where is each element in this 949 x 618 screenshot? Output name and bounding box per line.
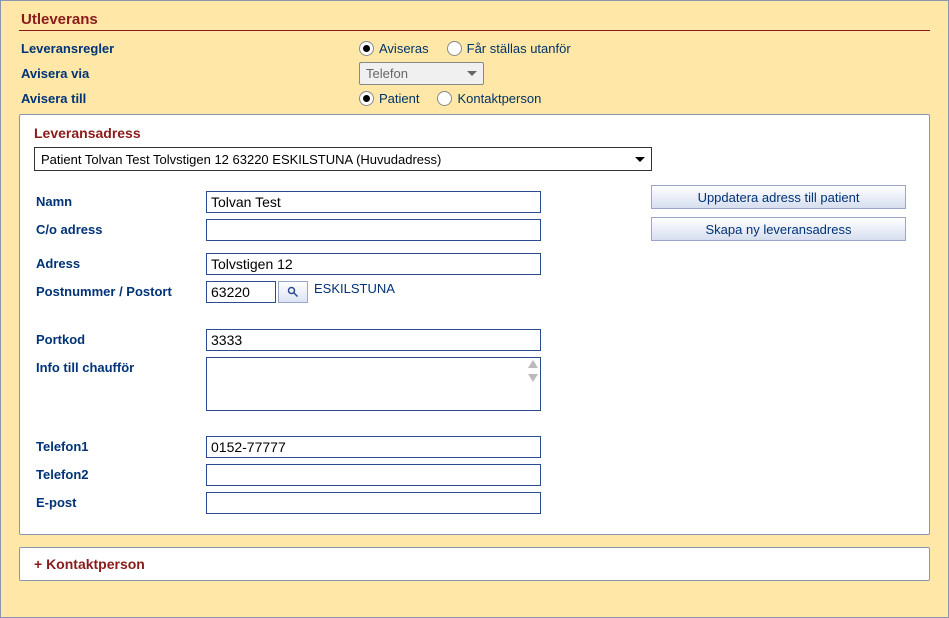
label-postnummer-postort: Postnummer / Postort	[34, 281, 206, 299]
form-row-postnummer: Postnummer / Postort ESKILSTUNA	[34, 281, 915, 303]
kontaktperson-panel[interactable]: + Kontaktperson	[19, 547, 930, 581]
select-avisera-via-value: Telefon	[366, 66, 408, 81]
label-epost: E-post	[34, 492, 206, 510]
uppdatera-adress-button[interactable]: Uppdatera adress till patient	[651, 185, 906, 209]
radio-label-patient: Patient	[379, 91, 419, 106]
textarea-info-chauffor[interactable]	[206, 357, 541, 411]
address-select-value: Patient Tolvan Test Tolvstigen 12 63220 …	[41, 152, 441, 167]
radio-dot-icon	[447, 41, 462, 56]
row-avisera-via: Avisera via Telefon	[19, 62, 930, 85]
kontaktperson-toggle: + Kontaktperson	[34, 556, 145, 572]
postort-value: ESKILSTUNA	[314, 281, 395, 296]
radio-aviseras[interactable]: Aviseras	[359, 41, 429, 56]
utleverans-section: Utleverans Leveransregler Aviseras Får s…	[0, 0, 949, 618]
row-avisera-till: Avisera till Patient Kontaktperson	[19, 91, 930, 106]
panel-title: Leveransadress	[34, 125, 915, 141]
form-row-namn: Namn	[34, 191, 541, 213]
radio-far-stallas-utanfor[interactable]: Får ställas utanför	[447, 41, 571, 56]
radio-patient[interactable]: Patient	[359, 91, 419, 106]
side-buttons: Uppdatera adress till patient Skapa ny l…	[651, 185, 906, 241]
label-co-adress: C/o adress	[34, 219, 206, 237]
form-row-info-chauffor: Info till chaufför	[34, 357, 915, 414]
chevron-up-icon	[528, 360, 538, 368]
label-telefon1: Telefon1	[34, 436, 206, 454]
radio-dot-icon	[437, 91, 452, 106]
form-row-adress: Adress	[34, 253, 915, 275]
select-avisera-via[interactable]: Telefon	[359, 62, 484, 85]
chevron-down-icon	[528, 374, 538, 382]
label-leveransregler: Leveransregler	[19, 41, 359, 56]
radio-label-kontaktperson: Kontaktperson	[457, 91, 541, 106]
radio-label-aviseras: Aviseras	[379, 41, 429, 56]
form-row-co: C/o adress	[34, 219, 541, 241]
section-title: Utleverans	[19, 11, 930, 31]
radio-dot-icon	[359, 41, 374, 56]
textarea-spinner[interactable]	[528, 360, 538, 382]
input-telefon1[interactable]	[206, 436, 541, 458]
address-select[interactable]: Patient Tolvan Test Tolvstigen 12 63220 …	[34, 147, 652, 171]
leveransadress-panel: Leveransadress Patient Tolvan Test Tolvs…	[19, 114, 930, 535]
input-epost[interactable]	[206, 492, 541, 514]
label-adress: Adress	[34, 253, 206, 271]
chevron-down-icon	[467, 71, 477, 76]
input-namn[interactable]	[206, 191, 541, 213]
radio-label-far-stallas: Får ställas utanför	[467, 41, 571, 56]
radio-dot-icon	[359, 91, 374, 106]
magnifier-icon	[287, 286, 299, 298]
radio-group-avisera-till: Patient Kontaktperson	[359, 91, 555, 106]
chevron-down-icon	[635, 157, 645, 162]
label-portkod: Portkod	[34, 329, 206, 347]
input-portkod[interactable]	[206, 329, 541, 351]
label-info-chauffor: Info till chaufför	[34, 357, 206, 375]
label-namn: Namn	[34, 191, 206, 209]
postnummer-lookup-button[interactable]	[278, 281, 308, 303]
input-adress[interactable]	[206, 253, 541, 275]
input-postnummer[interactable]	[206, 281, 276, 303]
form-row-portkod: Portkod	[34, 329, 915, 351]
row-leveransregler: Leveransregler Aviseras Får ställas utan…	[19, 41, 930, 56]
label-telefon2: Telefon2	[34, 464, 206, 482]
radio-kontaktperson[interactable]: Kontaktperson	[437, 91, 541, 106]
form-row-telefon1: Telefon1	[34, 436, 915, 458]
label-avisera-via: Avisera via	[19, 66, 359, 81]
form-row-epost: E-post	[34, 492, 915, 514]
radio-group-leveransregler: Aviseras Får ställas utanför	[359, 41, 585, 56]
skapa-ny-leveransadress-button[interactable]: Skapa ny leveransadress	[651, 217, 906, 241]
label-avisera-till: Avisera till	[19, 91, 359, 106]
input-co-adress[interactable]	[206, 219, 541, 241]
input-telefon2[interactable]	[206, 464, 541, 486]
form-row-telefon2: Telefon2	[34, 464, 915, 486]
